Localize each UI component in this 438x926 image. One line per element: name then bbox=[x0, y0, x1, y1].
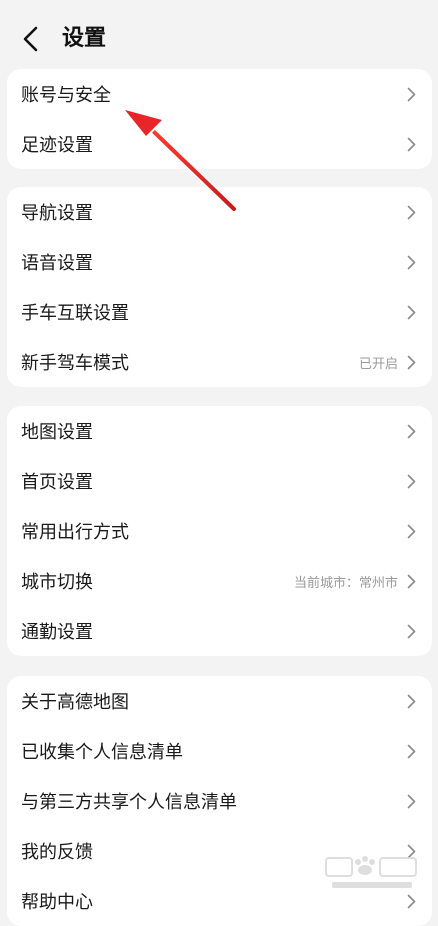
chevron-right-icon bbox=[406, 473, 416, 489]
chevron-right-icon bbox=[406, 136, 416, 152]
chevron-right-icon bbox=[406, 304, 416, 320]
row-label: 语音设置 bbox=[21, 253, 93, 274]
chevron-right-icon bbox=[406, 204, 416, 220]
chevron-right-icon bbox=[406, 743, 416, 759]
chevron-right-icon bbox=[406, 423, 416, 439]
settings-group-about: 关于高德地图 已收集个人信息清单 与第三方共享个人信息清单 我的反馈 帮助中心 bbox=[7, 676, 432, 926]
chevron-right-icon bbox=[406, 693, 416, 709]
chevron-left-icon bbox=[23, 26, 38, 52]
chevron-right-icon bbox=[406, 573, 416, 589]
row-label: 手车互联设置 bbox=[21, 303, 129, 324]
settings-group-navigation: 导航设置 语音设置 手车互联设置 新手驾车模式 已开启 bbox=[7, 187, 432, 387]
row-label: 通勤设置 bbox=[21, 622, 93, 643]
settings-row-about[interactable]: 关于高德地图 bbox=[7, 676, 432, 726]
chevron-right-icon bbox=[406, 354, 416, 370]
settings-group-map: 地图设置 首页设置 常用出行方式 城市切换 当前城市：常州市 通勤设置 bbox=[7, 406, 432, 656]
settings-row-my-feedback[interactable]: 我的反馈 bbox=[7, 826, 432, 876]
chevron-right-icon bbox=[406, 523, 416, 539]
chevron-right-icon bbox=[406, 793, 416, 809]
header: 设置 bbox=[0, 0, 438, 68]
settings-row-homepage[interactable]: 首页设置 bbox=[7, 456, 432, 506]
row-label: 地图设置 bbox=[21, 422, 93, 443]
chevron-right-icon bbox=[406, 623, 416, 639]
row-label: 帮助中心 bbox=[21, 892, 93, 913]
row-label: 账号与安全 bbox=[21, 85, 111, 106]
settings-row-help-center[interactable]: 帮助中心 bbox=[7, 876, 432, 926]
settings-row-city-switch[interactable]: 城市切换 当前城市：常州市 bbox=[7, 556, 432, 606]
settings-row-map[interactable]: 地图设置 bbox=[7, 406, 432, 456]
row-label: 我的反馈 bbox=[21, 842, 93, 863]
settings-row-third-party-sharing[interactable]: 与第三方共享个人信息清单 bbox=[7, 776, 432, 826]
row-label: 首页设置 bbox=[21, 472, 93, 493]
settings-group-account: 账号与安全 足迹设置 bbox=[7, 69, 432, 169]
chevron-right-icon bbox=[406, 254, 416, 270]
settings-row-account-security[interactable]: 账号与安全 bbox=[7, 69, 432, 119]
settings-row-phone-car-link[interactable]: 手车互联设置 bbox=[7, 287, 432, 337]
settings-row-voice[interactable]: 语音设置 bbox=[7, 237, 432, 287]
settings-row-footprint[interactable]: 足迹设置 bbox=[7, 119, 432, 169]
settings-row-commute[interactable]: 通勤设置 bbox=[7, 606, 432, 656]
chevron-right-icon bbox=[406, 86, 416, 102]
row-label: 新手驾车模式 bbox=[21, 353, 129, 374]
row-label: 常用出行方式 bbox=[21, 522, 129, 543]
settings-row-novice-driving[interactable]: 新手驾车模式 已开启 bbox=[7, 337, 432, 387]
settings-row-collected-info[interactable]: 已收集个人信息清单 bbox=[7, 726, 432, 776]
status-value: 已开启 bbox=[358, 356, 398, 372]
row-label: 城市切换 bbox=[21, 572, 93, 593]
row-label: 已收集个人信息清单 bbox=[21, 742, 183, 763]
settings-row-travel-mode[interactable]: 常用出行方式 bbox=[7, 506, 432, 556]
current-city-value: 当前城市：常州市 bbox=[293, 575, 398, 591]
row-label: 关于高德地图 bbox=[21, 692, 129, 713]
row-label: 足迹设置 bbox=[21, 135, 93, 156]
chevron-right-icon bbox=[406, 893, 416, 909]
back-button[interactable] bbox=[14, 22, 48, 56]
chevron-right-icon bbox=[406, 843, 416, 859]
row-label: 导航设置 bbox=[21, 203, 93, 224]
settings-row-navigation[interactable]: 导航设置 bbox=[7, 187, 432, 237]
page-title: 设置 bbox=[62, 26, 107, 51]
row-label: 与第三方共享个人信息清单 bbox=[21, 792, 237, 813]
